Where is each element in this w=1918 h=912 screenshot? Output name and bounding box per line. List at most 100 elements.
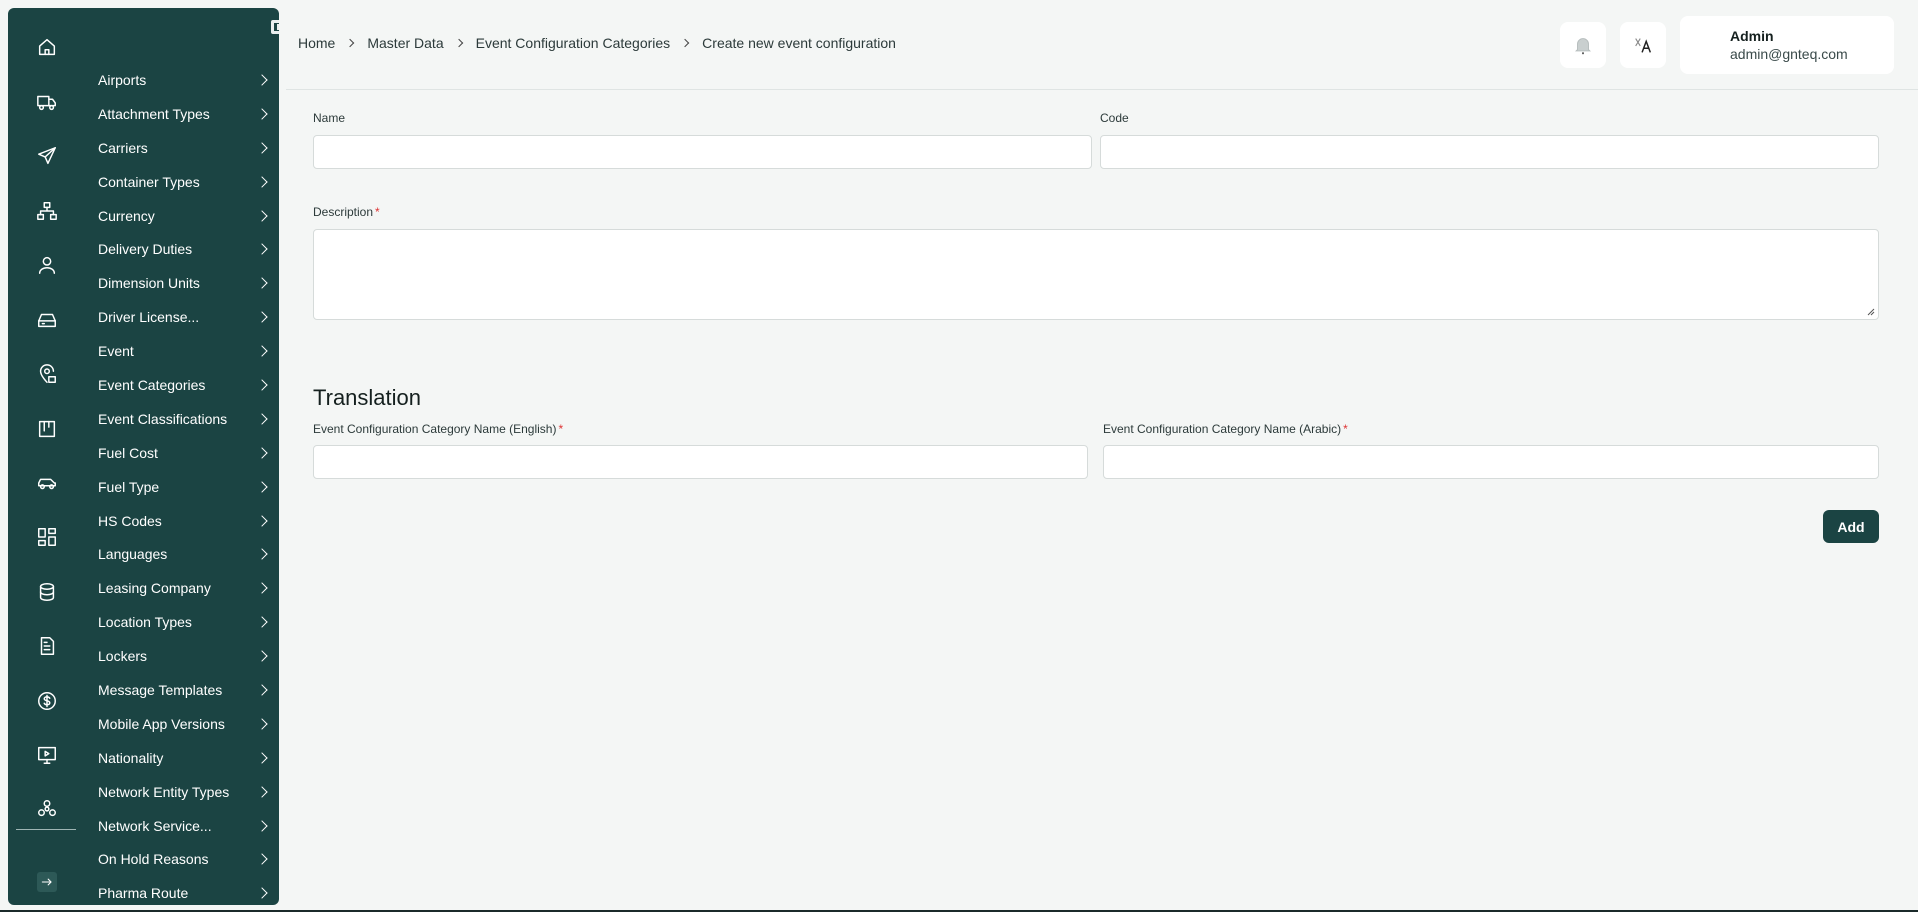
sidebar-item-container-types[interactable]: Container Types [98, 165, 274, 199]
sidebar-item-label: Attachment Types [98, 105, 210, 122]
chevron-right-icon [256, 413, 268, 425]
english-name-input[interactable] [313, 445, 1088, 479]
kanban-icon[interactable] [35, 417, 59, 441]
sidebar-item-event-categories[interactable]: Event Categories [98, 368, 274, 402]
map-pin-icon[interactable] [35, 362, 59, 386]
sidebar-item-fuel-type[interactable]: Fuel Type [98, 470, 274, 504]
sidebar-item-dimension-units[interactable]: Dimension Units [98, 266, 274, 300]
chevron-right-icon [256, 209, 268, 222]
sidebar-item-label: Dimension Units [98, 275, 200, 292]
sidebar-item-attachment-types[interactable]: Attachment Types [98, 97, 274, 131]
sidebar-item-fuel-cost[interactable]: Fuel Cost [98, 436, 274, 470]
arabic-name-input[interactable] [1103, 445, 1879, 479]
sidebar-item-lockers[interactable]: Lockers [98, 639, 274, 673]
breadcrumb-event-configuration-categories[interactable]: Event Configuration Categories [476, 35, 671, 51]
chevron-right-icon [256, 616, 268, 628]
sidebar-item-label: Fuel Cost [98, 444, 158, 461]
dollar-icon[interactable] [35, 689, 59, 713]
sidebar-item-hs-codes[interactable]: HS Codes [98, 504, 274, 538]
required-asterisk: * [375, 205, 380, 219]
add-button[interactable]: Add [1823, 510, 1879, 543]
sidebar-item-event[interactable]: Event [98, 334, 274, 368]
car-icon[interactable] [35, 471, 59, 495]
sidebar-item-nationality[interactable]: Nationality [98, 741, 274, 775]
plane-icon[interactable] [35, 144, 59, 168]
code-label: Code [1100, 111, 1129, 125]
resize-handle-icon[interactable] [1867, 308, 1875, 316]
chevron-right-icon [256, 650, 268, 662]
translate-icon [1635, 38, 1652, 53]
arabic-name-label: Event Configuration Category Name (Arabi… [1103, 422, 1348, 436]
chevron-right-icon [256, 718, 268, 730]
sidebar-item-location-types[interactable]: Location Types [98, 605, 274, 639]
name-label: Name [313, 111, 346, 125]
sidebar-item-leasing-company[interactable]: Leasing Company [98, 571, 274, 605]
chevron-right-icon [256, 684, 268, 696]
chevron-right-icon [256, 345, 268, 357]
language-button[interactable] [1620, 22, 1666, 68]
user-profile-card[interactable]: Admin admin@gnteq.com [1680, 16, 1894, 74]
sidebar-item-label: Event [98, 343, 134, 360]
sidebar-item-network-service[interactable]: Network Service... [98, 809, 274, 843]
home-icon[interactable] [35, 35, 59, 59]
description-textarea[interactable] [313, 229, 1879, 320]
sidebar-item-network-entity-types[interactable]: Network Entity Types [98, 775, 274, 809]
sidebar-item-label: Currency [98, 207, 155, 224]
dashboard-icon[interactable] [35, 525, 59, 549]
truck-icon[interactable] [35, 90, 59, 114]
monitor-icon[interactable] [35, 743, 59, 767]
chevron-right-icon [256, 311, 268, 323]
sidebar-item-label: Pharma Route [98, 885, 189, 902]
english-name-label-text: Event Configuration Category Name (Engli… [313, 422, 557, 436]
breadcrumb-home[interactable]: Home [298, 35, 335, 51]
sidebar-item-delivery-duties[interactable]: Delivery Duties [98, 232, 274, 266]
sidebar-item-label: Event Categories [98, 376, 206, 393]
chevron-right-icon [256, 548, 268, 561]
sidebar-item-carriers[interactable]: Carriers [98, 131, 274, 165]
chevron-right-icon [256, 582, 268, 594]
notifications-button[interactable] [1560, 22, 1606, 68]
sidebar-menu: Airports Attachment Types Carriers Conta… [98, 63, 274, 905]
sidebar-collapse-icon[interactable] [271, 20, 279, 34]
chevron-right-icon [256, 514, 268, 527]
arabic-name-label-text: Event Configuration Category Name (Arabi… [1103, 422, 1342, 436]
database-icon[interactable] [35, 580, 59, 604]
rail-divider [16, 829, 76, 830]
sidebar-item-label: Lockers [98, 648, 148, 665]
code-input[interactable] [1100, 135, 1879, 169]
name-input[interactable] [313, 135, 1092, 169]
user-name: Admin [1730, 28, 1774, 44]
chevron-right-icon [256, 853, 268, 866]
logout-icon[interactable] [37, 872, 57, 892]
breadcrumb-current: Create new event configuration [702, 35, 896, 51]
hierarchy-icon[interactable] [35, 199, 59, 223]
sidebar-item-currency[interactable]: Currency [98, 199, 274, 233]
sidebar-item-event-classifications[interactable]: Event Classifications [98, 402, 274, 436]
user-icon[interactable] [35, 253, 59, 277]
top-header: Home Master Data Event Configuration Cat… [286, 0, 1918, 90]
sidebar-item-pharma-route[interactable]: Pharma Route [98, 876, 274, 905]
sidebar-item-driver-license[interactable]: Driver License... [98, 300, 274, 334]
chevron-right-icon [256, 243, 268, 256]
chevron-right-icon [256, 74, 268, 86]
sidebar-item-label: Airports [98, 71, 147, 88]
sidebar-item-on-hold-reasons[interactable]: On Hold Reasons [98, 842, 274, 876]
chevron-right-icon [256, 819, 268, 832]
inbox-icon[interactable] [35, 308, 59, 332]
sidebar-item-label: Container Types [98, 173, 200, 190]
network-icon[interactable] [35, 797, 59, 821]
sidebar-item-label: Nationality [98, 749, 164, 766]
breadcrumb-master-data[interactable]: Master Data [367, 35, 443, 51]
document-icon[interactable] [35, 634, 59, 658]
sidebar-item-mobile-app-versions[interactable]: Mobile App Versions [98, 707, 274, 741]
translation-section-title: Translation [313, 385, 422, 410]
sidebar-item-label: Mobile App Versions [98, 715, 225, 732]
sidebar-item-message-templates[interactable]: Message Templates [98, 673, 274, 707]
sidebar-item-airports[interactable]: Airports [98, 63, 274, 97]
sidebar-item-label: Fuel Type [98, 478, 160, 495]
sidebar-item-languages[interactable]: Languages [98, 537, 274, 571]
chevron-right-icon [256, 480, 268, 493]
english-name-label: Event Configuration Category Name (Engli… [313, 422, 563, 436]
icon-rail [8, 8, 86, 905]
chevron-right-icon [256, 752, 268, 764]
